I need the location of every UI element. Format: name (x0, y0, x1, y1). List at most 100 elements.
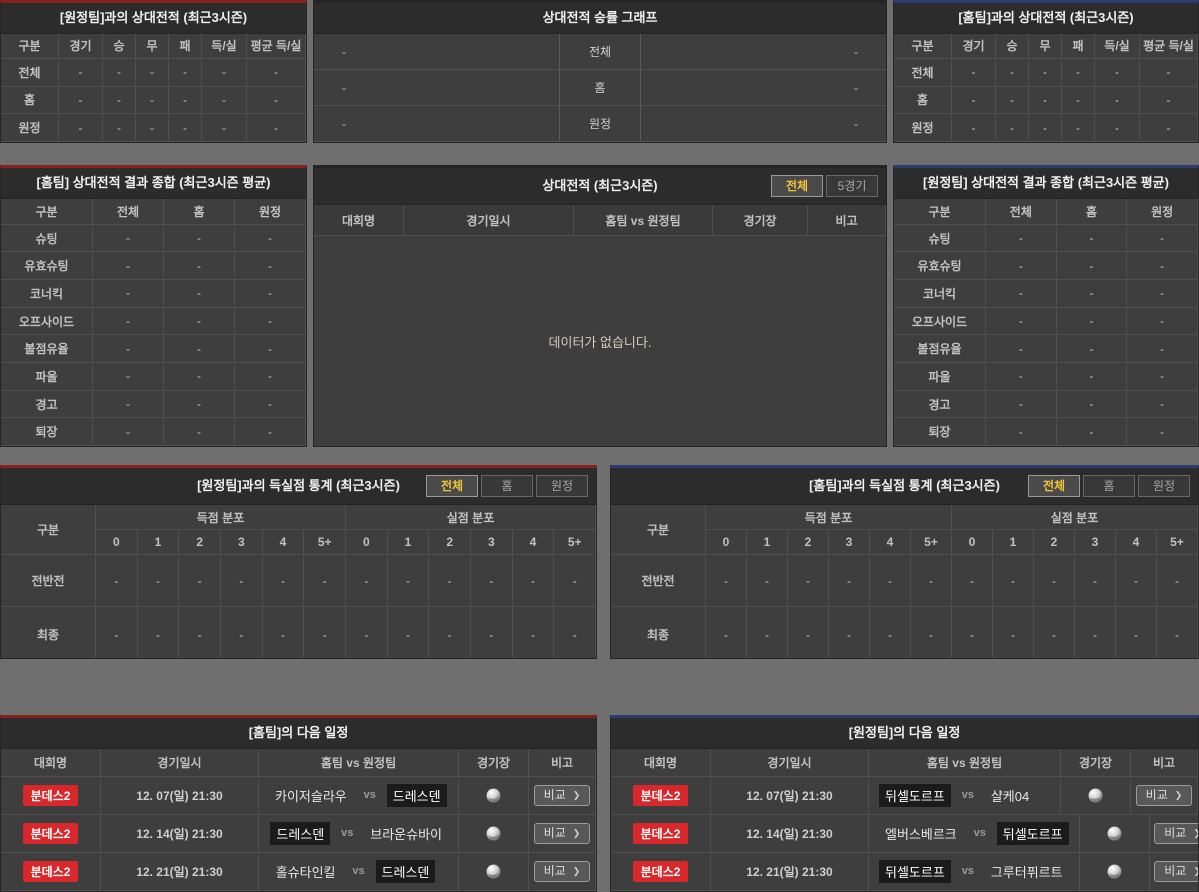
stadium-cell (1061, 776, 1131, 814)
stat-cell: - (1057, 224, 1128, 252)
datetime-cell: 12. 14(일) 21:30 (101, 814, 259, 852)
datetime-cell: 12. 21(일) 21:30 (711, 852, 869, 891)
row-label: 경고 (894, 390, 986, 418)
bin-header: 2 (1034, 530, 1075, 555)
teams-cell: 홀슈타인킬 vs 드레스덴 (259, 852, 459, 891)
table-row: 파울 --- (894, 363, 1198, 391)
bin-header: 3 (471, 530, 513, 555)
panel-h2h-matches: 상대전적 (최근3시즌) 전체 5경기 대회명 경기일시 홈팀 vs 원정팀 경기장 비고… (313, 165, 887, 447)
graph-right-value: - (854, 116, 858, 131)
stat-cell: - (471, 607, 513, 658)
soccer-ball-icon[interactable] (485, 787, 502, 804)
stat-cell: - (136, 114, 169, 141)
stat-cell: - (179, 555, 221, 607)
stat-cell: - (235, 224, 306, 252)
compare-button[interactable]: 비교 ❯ (1154, 822, 1198, 844)
stat-cell: - (235, 280, 306, 307)
panel-title: [홈팀]과의 득실점 통계 (최근3시즌) 전체 홈 원정 (611, 468, 1198, 505)
away-team: 그루터퓌르트 (990, 864, 1063, 880)
soccer-ball-icon[interactable] (1106, 863, 1123, 880)
stat-cell: - (1057, 280, 1128, 307)
bin-header: 0 (346, 530, 388, 555)
chevron-right-icon: ❯ (572, 827, 581, 838)
column-header: 대회명 (611, 749, 711, 776)
stat-cell: - (93, 335, 164, 363)
bin-header: 4 (870, 530, 911, 555)
column-header: 평균 득/실 (247, 34, 306, 58)
graph-row: - 원정 - (314, 106, 886, 142)
stat-cell: - (235, 307, 306, 335)
table-row: 볼점유율 --- (894, 335, 1198, 364)
stat-cell: - (235, 390, 306, 418)
column-header: 무 (136, 34, 169, 58)
stat-cell: - (986, 335, 1057, 363)
compare-button[interactable]: 비교 ❯ (533, 860, 591, 882)
compare-cell: 비교 ❯ (1150, 815, 1198, 852)
stat-cell: - (1062, 86, 1095, 114)
bin-header: 5+ (911, 530, 952, 555)
tab[interactable]: 전체 (771, 175, 823, 197)
column-header: 구분 (894, 199, 986, 224)
column-header: 비고 (529, 749, 596, 776)
row-label: 퇴장 (1, 418, 93, 445)
table-header: 구분 경기 승 무 패 득/실 평균 득/실 (1, 34, 306, 59)
stat-cell: - (93, 224, 164, 252)
tab[interactable]: 5경기 (826, 175, 878, 197)
schedule-match-row: 분데스2 12. 21(일) 21:30 뒤셀도르프 vs 그루터퓌르트 비교 (611, 852, 1198, 891)
stat-cell: - (1127, 335, 1198, 363)
stat-cell: - (513, 607, 555, 658)
match-datetime: 12. 07(일) 21:30 (746, 788, 833, 803)
stat-cell: - (952, 607, 993, 658)
stat-cell: - (1116, 607, 1157, 658)
soccer-ball-icon[interactable] (485, 863, 502, 880)
soccer-ball-icon[interactable] (1106, 825, 1123, 842)
tab[interactable]: 홈 (1083, 475, 1135, 497)
stat-cell: - (993, 555, 1034, 607)
graph-row: - 전체 - (314, 34, 886, 70)
stat-cell: - (1029, 86, 1062, 114)
graph-left-value: - (342, 44, 346, 59)
tab[interactable]: 전체 (1028, 475, 1080, 497)
soccer-ball-icon[interactable] (485, 825, 502, 842)
column-header: 비고 (1131, 749, 1198, 776)
bin-header: 5+ (1157, 530, 1198, 555)
column-header: 경기장 (1061, 749, 1131, 776)
league-badge: 분데스2 (632, 822, 689, 844)
compare-button[interactable]: 비교 ❯ (1154, 860, 1198, 882)
away-team: 샬케04 (990, 788, 1030, 804)
away-team: 브라운슈바이 (370, 826, 442, 842)
bin-header: 2 (788, 530, 829, 555)
stat-cell: - (1075, 607, 1116, 658)
stat-cell: - (1062, 114, 1095, 141)
vs-label: vs (973, 827, 986, 840)
stat-cell: - (387, 555, 430, 607)
stat-cell: - (103, 114, 136, 141)
compare-button[interactable]: 비교 ❯ (1135, 784, 1193, 806)
stat-cell: - (346, 555, 388, 607)
table-header: 구분 경기 승 무 패 득/실 평균 득/실 (894, 34, 1198, 59)
teams-cell: 뒤셀도르프 vs 샬케04 (869, 776, 1061, 814)
tab[interactable]: 원정 (536, 475, 588, 497)
bin-header: 2 (429, 530, 471, 555)
compare-button[interactable]: 비교 ❯ (533, 784, 591, 806)
schedule-row: [홈팀]의 다음 일정 대회명 경기일시 홈팀 vs 원정팀 경기장 비고 분데스2 1… (0, 715, 1199, 892)
stat-cell: - (554, 555, 596, 607)
tab[interactable]: 전체 (426, 475, 478, 497)
bin-header: 1 (747, 530, 788, 555)
stat-cell: - (1127, 390, 1198, 418)
graph-left-value: - (342, 116, 346, 131)
tab[interactable]: 홈 (481, 475, 533, 497)
stat-cell: - (179, 607, 221, 658)
datetime-cell: 12. 07(일) 21:30 (711, 776, 869, 814)
stat-cell: - (706, 555, 747, 607)
stat-cell: - (986, 224, 1057, 252)
column-header: 대회명 (1, 749, 101, 776)
row-label: 슈팅 (894, 224, 986, 252)
stat-cell: - (986, 307, 1057, 335)
soccer-ball-icon[interactable] (1087, 787, 1104, 804)
compare-button[interactable]: 비교 ❯ (533, 822, 591, 844)
teams: 드레스덴 vs 브라운슈바이 (259, 821, 458, 845)
tab[interactable]: 원정 (1138, 475, 1190, 497)
bin-header: 1 (993, 530, 1034, 555)
table-row: 코너킥 --- (1, 280, 306, 308)
